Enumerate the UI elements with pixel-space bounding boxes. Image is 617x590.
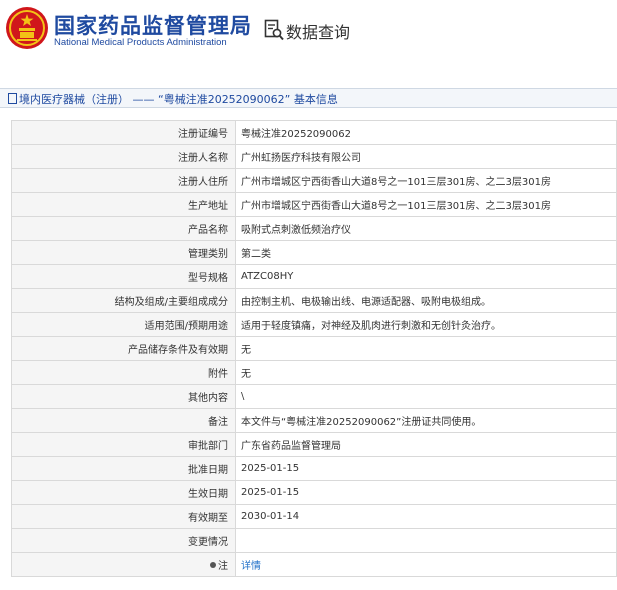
table-row: 结构及组成/主要组成成分 由控制主机、电极输出线、电源适配器、吸附电极组成。 bbox=[11, 288, 617, 313]
table-row: 其他内容 \ bbox=[11, 384, 617, 409]
field-value: 广州市增城区宁西街香山大道8号之一101三层301房、之二3层301房 bbox=[235, 168, 617, 193]
table-row: 产品名称 吸附式点刺激低频治疗仪 bbox=[11, 216, 617, 241]
field-label: 注 bbox=[218, 561, 228, 572]
field-value: ATZC08HY bbox=[235, 264, 617, 289]
field-label: 有效期至 bbox=[11, 504, 236, 529]
table-row: 审批部门 广东省药品监督管理局 bbox=[11, 432, 617, 457]
field-label: 生效日期 bbox=[11, 480, 236, 505]
field-value: 本文件与“粤械注准20252090062”注册证共同使用。 bbox=[235, 408, 617, 433]
field-value: 广东省药品监督管理局 bbox=[235, 432, 617, 457]
field-label: 备注 bbox=[11, 408, 236, 433]
field-value: 无 bbox=[235, 360, 617, 385]
table-row: 适用范围/预期用途 适用于轻度镇痛，对神经及肌肉进行刺激和无创针灸治疗。 bbox=[11, 312, 617, 337]
site-subtitle: National Medical Products Administration bbox=[54, 37, 227, 48]
field-value: 广州虹扬医疗科技有限公司 bbox=[235, 144, 617, 169]
field-value: 2030-01-14 bbox=[235, 504, 617, 529]
field-label: 产品储存条件及有效期 bbox=[11, 336, 236, 361]
breadcrumb-line: 境内医疗器械（注册） —— “粤械注准20252090062” 基本信息 bbox=[8, 91, 338, 107]
national-emblem-icon bbox=[6, 7, 48, 49]
detail-table: 注册证编号 粤械注准20252090062 注册人名称 广州虹扬医疗科技有限公司 注… bbox=[11, 120, 617, 577]
field-value: 粤械注准20252090062 bbox=[235, 120, 617, 145]
bullet-icon bbox=[210, 562, 216, 568]
table-row: 批准日期 2025-01-15 bbox=[11, 456, 617, 481]
field-value: 由控制主机、电极输出线、电源适配器、吸附电极组成。 bbox=[235, 288, 617, 313]
field-label: 生产地址 bbox=[11, 192, 236, 217]
site-title[interactable]: 国家药品监督管理局 bbox=[54, 10, 252, 40]
table-row: 有效期至 2030-01-14 bbox=[11, 504, 617, 529]
table-row: 注册人名称 广州虹扬医疗科技有限公司 bbox=[11, 144, 617, 169]
field-label: 附件 bbox=[11, 360, 236, 385]
field-label: 批准日期 bbox=[11, 456, 236, 481]
field-value: 第二类 bbox=[235, 240, 617, 265]
note-value-cell: 详情 bbox=[235, 552, 617, 577]
table-row: 生效日期 2025-01-15 bbox=[11, 480, 617, 505]
field-label: 结构及组成/主要组成成分 bbox=[11, 288, 236, 313]
details-link[interactable]: 详情 bbox=[241, 561, 261, 572]
table-row: 型号规格 ATZC08HY bbox=[11, 264, 617, 289]
field-label: 注册人住所 bbox=[11, 168, 236, 193]
field-value: 适用于轻度镇痛，对神经及肌肉进行刺激和无创针灸治疗。 bbox=[235, 312, 617, 337]
table-row: 注册证编号 粤械注准20252090062 bbox=[11, 120, 617, 145]
table-row: 备注 本文件与“粤械注准20252090062”注册证共同使用。 bbox=[11, 408, 617, 433]
field-value: \ bbox=[235, 384, 617, 409]
field-label: 产品名称 bbox=[11, 216, 236, 241]
field-value: 无 bbox=[235, 336, 617, 361]
search-document-icon[interactable] bbox=[264, 19, 284, 41]
field-label: 变更情况 bbox=[11, 528, 236, 553]
field-value: 广州市增城区宁西街香山大道8号之一101三层301房、之二3层301房 bbox=[235, 192, 617, 217]
site-header: 国家药品监督管理局 National Medical Products Admi… bbox=[0, 0, 617, 66]
field-label: 注册人名称 bbox=[11, 144, 236, 169]
table-row: 注 详情 bbox=[11, 552, 617, 577]
field-label: 注册证编号 bbox=[11, 120, 236, 145]
field-value: 吸附式点刺激低频治疗仪 bbox=[235, 216, 617, 241]
table-row: 变更情况 bbox=[11, 528, 617, 553]
field-label: 型号规格 bbox=[11, 264, 236, 289]
table-row: 附件无 bbox=[11, 360, 617, 385]
note-label-cell: 注 bbox=[11, 552, 236, 577]
breadcrumb-text: 境内医疗器械（注册） —— “粤械注准20252090062” 基本信息 bbox=[19, 93, 338, 106]
table-row: 注册人住所 广州市增城区宁西街香山大道8号之一101三层301房、之二3层301房 bbox=[11, 168, 617, 193]
field-value: 2025-01-15 bbox=[235, 456, 617, 481]
field-value: 2025-01-15 bbox=[235, 480, 617, 505]
breadcrumb: 境内医疗器械（注册） —— “粤械注准20252090062” 基本信息 bbox=[0, 88, 617, 108]
table-row: 生产地址 广州市增城区宁西街香山大道8号之一101三层301房、之二3层301房 bbox=[11, 192, 617, 217]
field-label: 其他内容 bbox=[11, 384, 236, 409]
table-row: 产品储存条件及有效期无 bbox=[11, 336, 617, 361]
field-value bbox=[235, 528, 617, 553]
field-label: 审批部门 bbox=[11, 432, 236, 457]
table-row: 管理类别 第二类 bbox=[11, 240, 617, 265]
field-label: 管理类别 bbox=[11, 240, 236, 265]
data-query-link[interactable]: 数据查询 bbox=[286, 19, 350, 43]
field-label: 适用范围/预期用途 bbox=[11, 312, 236, 337]
document-icon bbox=[8, 93, 17, 104]
